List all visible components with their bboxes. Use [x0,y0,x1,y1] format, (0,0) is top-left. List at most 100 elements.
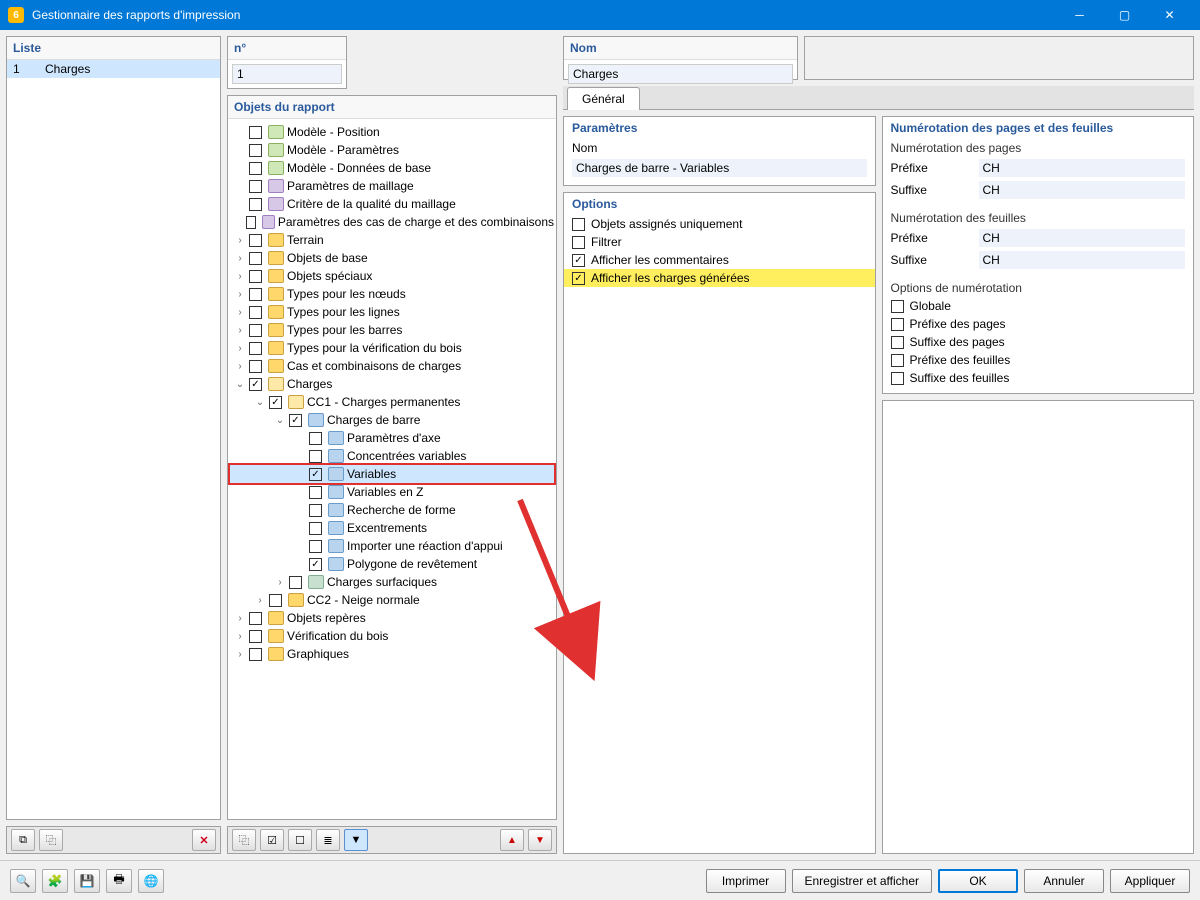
tree-twisty-icon[interactable]: › [234,307,246,318]
tree-twisty-icon[interactable]: › [254,595,266,606]
tree-node[interactable]: ⌄CC1 - Charges permanentes [230,393,554,411]
number-field[interactable] [232,64,342,84]
option-row[interactable]: Afficher les charges générées [564,269,875,287]
tree-twisty-icon[interactable]: › [234,271,246,282]
tree-node[interactable]: ›Cas et combinaisons de charges [230,357,554,375]
name-field[interactable] [568,64,793,84]
tree-node[interactable]: ›Terrain [230,231,554,249]
tree-checkbox[interactable] [269,594,282,607]
tree-checkbox[interactable] [249,288,262,301]
tree-node[interactable]: ›Types pour la vérification du bois [230,339,554,357]
tree-checkbox[interactable] [309,468,322,481]
print-button[interactable]: Imprimer [706,869,786,893]
tree-twisty-icon[interactable]: › [234,235,246,246]
delete-report-button[interactable]: ✕ [192,829,216,851]
tree-node[interactable]: ›Objets repères [230,609,554,627]
option-row[interactable]: Afficher les commentaires [564,251,875,269]
tree-checkbox[interactable] [309,450,322,463]
tree-checkbox[interactable] [309,558,322,571]
tree-node[interactable]: ⌄Charges de barre [230,411,554,429]
tree-node[interactable]: ›Charges surfaciques [230,573,554,591]
tree-tool-a[interactable]: ⿻ [232,829,256,851]
tree-checkbox[interactable] [309,540,322,553]
tree-node[interactable]: ›Objets de base [230,249,554,267]
tree-twisty-icon[interactable]: › [234,631,246,642]
tree-twisty-icon[interactable]: › [234,289,246,300]
tree-checkbox[interactable] [249,630,262,643]
tree-checkbox[interactable] [309,432,322,445]
numbering-option-checkbox[interactable] [891,318,904,331]
tree-checkbox[interactable] [249,270,262,283]
tree-node[interactable]: Paramètres d'axe [230,429,554,447]
tree-checkbox[interactable] [249,612,262,625]
tree-node[interactable]: Excentrements [230,519,554,537]
option-row[interactable]: Objets assignés uniquement [564,215,875,233]
tree-uncheck-all-button[interactable]: ☐ [288,829,312,851]
tree-twisty-icon[interactable]: › [274,577,286,588]
tree-node[interactable]: ›Vérification du bois [230,627,554,645]
tree-checkbox[interactable] [249,648,262,661]
option-checkbox[interactable] [572,218,585,231]
tree-checkbox[interactable] [249,252,262,265]
maximize-button[interactable]: ▢ [1102,0,1147,30]
tree-twisty-icon[interactable]: ⌄ [234,379,246,390]
move-up-button[interactable]: ▲ [500,829,524,851]
tree-checkbox[interactable] [269,396,282,409]
sheets-suffix-field[interactable] [979,251,1186,269]
tree-checkbox[interactable] [309,486,322,499]
pages-suffix-field[interactable] [979,181,1186,199]
numbering-option-checkbox[interactable] [891,300,904,313]
apply-button[interactable]: Appliquer [1110,869,1190,893]
duplicate-report-button[interactable]: ⿻ [39,829,63,851]
numbering-option-row[interactable]: Suffixe des pages [883,333,1194,351]
tab-general[interactable]: Général [567,87,640,110]
tree-node[interactable]: Paramètres des cas de charge et des comb… [230,213,554,231]
tree-filter-button[interactable]: ▼ [344,829,368,851]
pages-prefix-field[interactable] [979,159,1186,177]
tree-checkbox[interactable] [309,522,322,535]
tree-node[interactable]: Modèle - Paramètres [230,141,554,159]
cancel-button[interactable]: Annuler [1024,869,1104,893]
tree-checkbox[interactable] [249,342,262,355]
tree-node[interactable]: ›Types pour les nœuds [230,285,554,303]
tree-twisty-icon[interactable]: ⌄ [274,415,286,426]
minimize-button[interactable]: ─ [1057,0,1102,30]
language-button[interactable]: 🌐 [138,869,164,893]
tree-checkbox[interactable] [249,360,262,373]
tree-checkbox[interactable] [249,180,262,193]
tree-checkbox[interactable] [289,576,302,589]
close-button[interactable]: ✕ [1147,0,1192,30]
tree-node[interactable]: Polygone de revêtement [230,555,554,573]
tree-checkbox[interactable] [249,198,262,211]
numbering-option-row[interactable]: Suffixe des feuilles [883,369,1194,387]
tree-checkbox[interactable] [249,126,262,139]
tree-checkbox[interactable] [249,234,262,247]
tree-twisty-icon[interactable]: › [234,343,246,354]
tree-check-all-button[interactable]: ☑ [260,829,284,851]
tree-node[interactable]: Variables en Z [230,483,554,501]
tree-checkbox[interactable] [249,306,262,319]
tree-node[interactable]: ⌄Charges [230,375,554,393]
tree-checkbox[interactable] [249,324,262,337]
tree-twisty-icon[interactable]: ⌄ [254,397,266,408]
save-and-show-button[interactable]: Enregistrer et afficher [792,869,933,893]
tree-node[interactable]: ›CC2 - Neige normale [230,591,554,609]
tree-node[interactable]: ›Graphiques [230,645,554,663]
tree-node[interactable]: Modèle - Données de base [230,159,554,177]
tree-node[interactable]: Concentrées variables [230,447,554,465]
numbering-option-checkbox[interactable] [891,336,904,349]
sheets-prefix-field[interactable] [979,229,1186,247]
tree-node[interactable]: Modèle - Position [230,123,554,141]
tree-checkbox[interactable] [249,144,262,157]
tree-checkbox[interactable] [246,216,256,229]
tree-checkbox[interactable] [249,162,262,175]
footer-tool-4[interactable]: 🖶 [106,869,132,893]
tree-checkbox[interactable] [249,378,262,391]
tree-twisty-icon[interactable]: › [234,325,246,336]
tree-twisty-icon[interactable]: › [234,649,246,660]
tree-twisty-icon[interactable]: › [234,361,246,372]
tree-checkbox[interactable] [309,504,322,517]
numbering-option-checkbox[interactable] [891,372,904,385]
option-row[interactable]: Filtrer [564,233,875,251]
tree-twisty-icon[interactable]: › [234,253,246,264]
